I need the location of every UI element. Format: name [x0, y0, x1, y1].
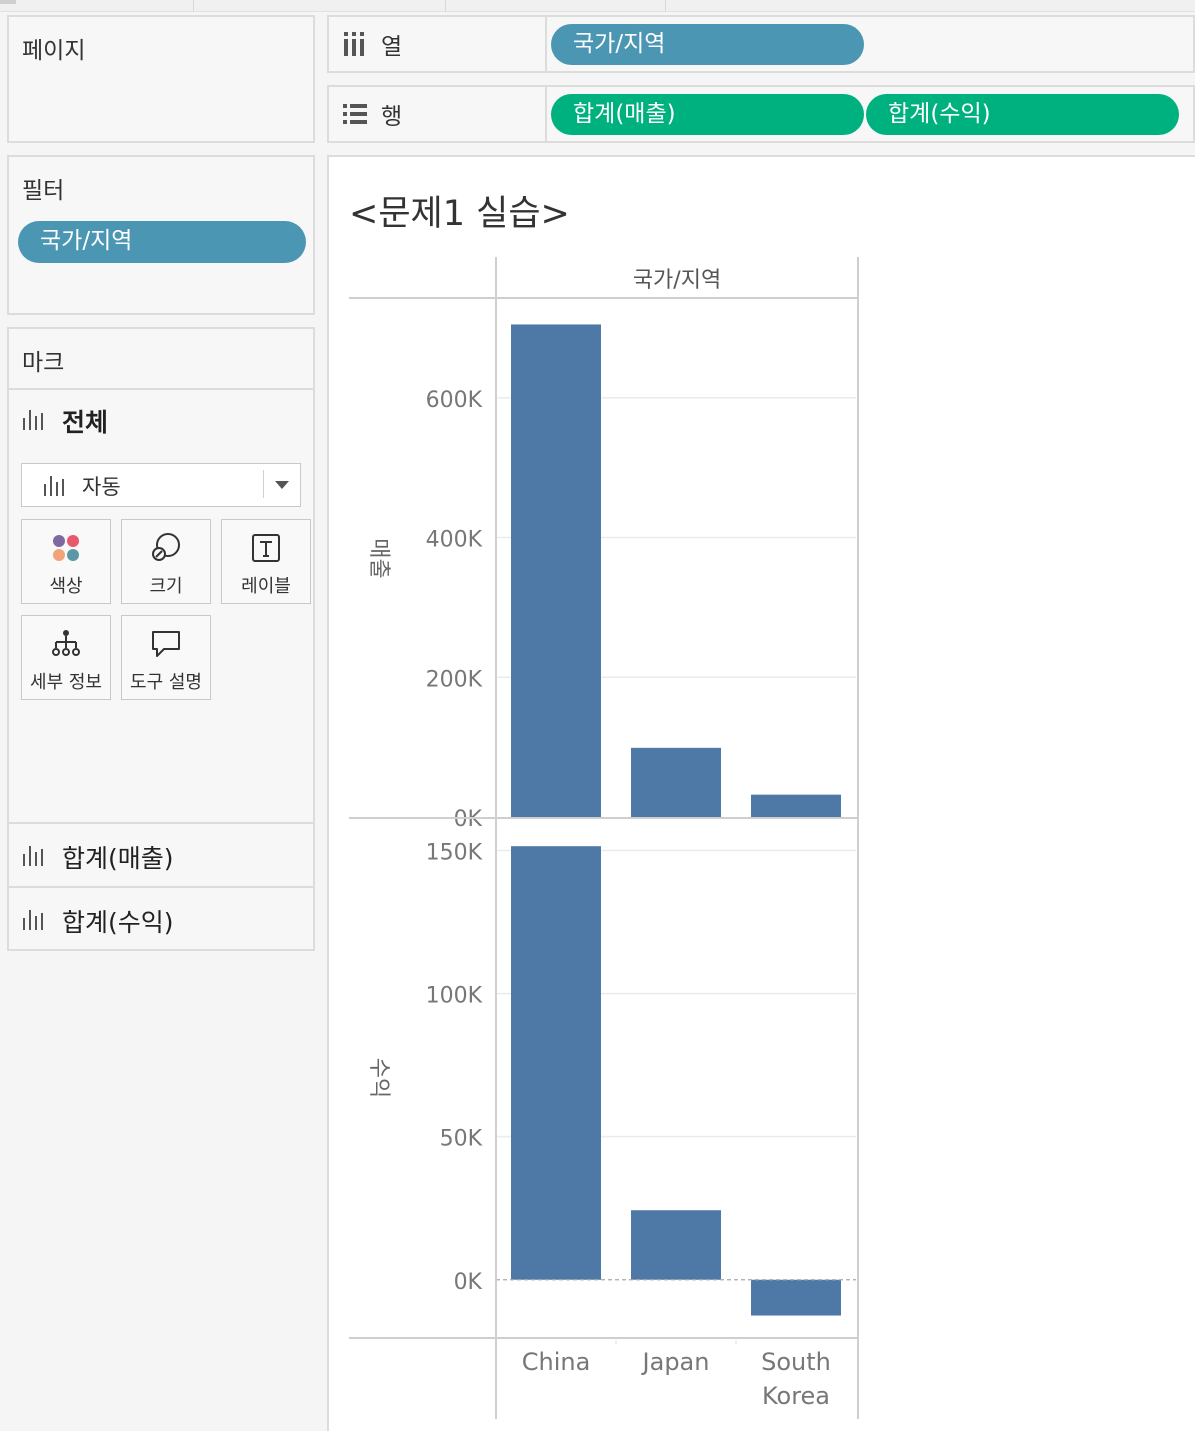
y-tick-label: 200K: [426, 667, 483, 692]
x-category-label: Japan: [641, 1348, 710, 1376]
rows-shelf-label: 행: [381, 104, 403, 130]
toolbar-divider: [193, 0, 194, 12]
bar-수익-South Korea: [751, 1279, 841, 1316]
marks-measure-label: 합계(수익): [62, 908, 174, 937]
tooltip-button[interactable]: 도구 설명: [121, 615, 211, 700]
tooltip-button-label: 도구 설명: [130, 672, 202, 693]
label-button-label: 레이블: [241, 576, 291, 597]
tooltip-speech-icon: [152, 631, 180, 657]
bar-매출-Japan: [631, 747, 721, 817]
dropdown-separator: [263, 470, 264, 498]
y-tick-label: 0K: [454, 1270, 483, 1295]
shelf-divider: [545, 87, 547, 141]
size-circles-icon: [152, 533, 180, 561]
detail-button-label: 세부 정보: [30, 672, 102, 693]
bar-chart-icon: [23, 844, 45, 866]
pages-card-title: 페이지: [22, 38, 86, 64]
columns-pill-country[interactable]: 국가/지역: [551, 24, 864, 65]
rows-shelf[interactable]: 행 합계(매출) 합계(수익): [327, 85, 1195, 143]
x-category-label: Korea: [762, 1382, 830, 1410]
marks-card-title: 마크: [22, 350, 65, 376]
toolbar-corner: [0, 0, 16, 4]
bar-chart[interactable]: 0K 200K 400K 600K 매출 0K 50K 100K 150K 수익 국가/지역 Chin…: [329, 157, 1195, 1431]
mark-type-value: 자동: [82, 475, 121, 499]
y-axis-title: 수익: [366, 1058, 391, 1098]
columns-shelf-label: 열: [381, 34, 403, 60]
y-tick-label: 100K: [426, 984, 483, 1009]
marks-measure-row-sales[interactable]: 합계(매출): [9, 822, 313, 888]
x-category-label: China: [522, 1348, 591, 1376]
marks-measure-row-profit[interactable]: 합계(수익): [9, 886, 313, 951]
y-tick-label: 50K: [440, 1127, 483, 1152]
size-button-label: 크기: [149, 576, 183, 597]
shelf-divider: [545, 17, 547, 71]
detail-button[interactable]: 세부 정보: [21, 615, 111, 700]
columns-shelf[interactable]: 열 국가/지역: [327, 15, 1195, 73]
color-button[interactable]: 색상: [21, 519, 111, 604]
y-tick-label: 0K: [454, 807, 483, 832]
bar-수익-Japan: [631, 1210, 721, 1280]
mark-type-dropdown[interactable]: 자동: [21, 463, 301, 507]
marks-all-label: 전체: [62, 408, 109, 437]
marks-measure-label: 합계(매출): [62, 844, 174, 873]
column-header-label: 국가/지역: [633, 268, 721, 293]
bar-수익-China: [511, 846, 601, 1280]
color-palette-icon: [53, 535, 79, 561]
detail-hierarchy-icon: [52, 630, 80, 656]
rows-pill-sales[interactable]: 합계(매출): [551, 94, 864, 135]
x-category-label: South: [761, 1348, 831, 1376]
bar-chart-icon: [23, 408, 45, 430]
pages-card[interactable]: 페이지: [7, 15, 315, 143]
rows-icon: [343, 104, 367, 124]
bar-chart-icon: [23, 908, 45, 930]
y-axis-title: 매출: [366, 538, 391, 578]
worksheet-view[interactable]: <문제1 실습> 0K 200K 400K 600K 매출 0K 50K 100K 150K 수익…: [327, 155, 1195, 1431]
bar-매출-China: [511, 324, 601, 817]
y-tick-label: 150K: [426, 840, 483, 865]
bar-chart-icon: [44, 474, 66, 496]
size-button[interactable]: 크기: [121, 519, 211, 604]
marks-card[interactable]: 마크 전체 자동 색상 크기 레이블 세부 정보 도구 설명 합계(매출) 합계…: [7, 327, 315, 951]
top-toolbar-strip: [0, 0, 1195, 12]
toolbar-divider: [665, 0, 666, 12]
text-label-icon: [252, 534, 280, 562]
rows-pill-profit[interactable]: 합계(수익): [866, 94, 1179, 135]
color-button-label: 색상: [49, 576, 83, 597]
toolbar-divider: [445, 0, 446, 12]
columns-icon: [344, 32, 364, 56]
y-tick-label: 400K: [426, 528, 483, 553]
label-button[interactable]: 레이블: [221, 519, 311, 604]
filters-card-title: 필터: [22, 178, 65, 204]
bar-매출-South Korea: [751, 794, 841, 817]
y-tick-label: 600K: [426, 388, 483, 413]
marks-all-row[interactable]: 전체: [9, 388, 313, 452]
filter-pill-country[interactable]: 국가/지역: [18, 221, 306, 263]
chevron-down-icon[interactable]: [275, 481, 289, 489]
filters-card[interactable]: 필터 국가/지역: [7, 155, 315, 315]
